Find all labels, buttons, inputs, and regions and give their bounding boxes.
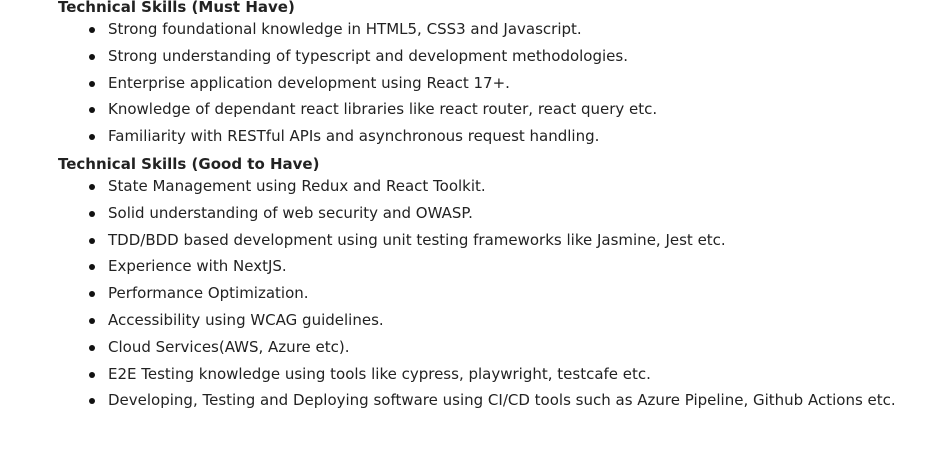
list-item: Strong understanding of typescript and d… xyxy=(89,43,948,70)
list-item: State Management using Redux and React T… xyxy=(89,173,948,200)
list-item-text: Performance Optimization. xyxy=(108,284,309,303)
list-item-text: TDD/BDD based development using unit tes… xyxy=(108,230,726,249)
list-item-text: Solid understanding of web security and … xyxy=(108,203,473,222)
list-item-text: Accessibility using WCAG guidelines. xyxy=(108,310,384,329)
must-have-heading: Technical Skills (Must Have) xyxy=(58,0,295,16)
bullet-icon xyxy=(89,237,95,244)
bullet-icon xyxy=(89,317,95,324)
list-item-text: Strong understanding of typescript and d… xyxy=(108,46,628,65)
list-item: Strong foundational knowledge in HTML5, … xyxy=(89,16,948,43)
list-item: E2E Testing knowledge using tools like c… xyxy=(89,361,948,388)
list-item: TDD/BDD based development using unit tes… xyxy=(89,227,948,254)
list-item-text: Strong foundational knowledge in HTML5, … xyxy=(108,20,582,38)
list-item: Knowledge of dependant react libraries l… xyxy=(89,96,948,123)
must-have-list: Strong foundational knowledge in HTML5, … xyxy=(58,16,948,150)
bullet-icon xyxy=(89,264,95,271)
list-item: Familiarity with RESTful APIs and asynch… xyxy=(89,123,948,150)
list-item-text: Developing, Testing and Deploying softwa… xyxy=(108,391,896,410)
list-item: Experience with NextJS. xyxy=(89,253,948,280)
good-to-have-heading: Technical Skills (Good to Have) xyxy=(58,154,320,173)
list-item-text: Enterprise application development using… xyxy=(108,73,510,92)
bullet-icon xyxy=(89,398,95,405)
bullet-icon xyxy=(89,107,95,114)
bullet-icon xyxy=(89,80,95,87)
bullet-icon xyxy=(89,27,95,33)
bullet-icon xyxy=(89,291,95,298)
list-item: Solid understanding of web security and … xyxy=(89,200,948,227)
list-item: Enterprise application development using… xyxy=(89,70,948,97)
bullet-icon xyxy=(89,53,95,60)
list-item-text: State Management using Redux and React T… xyxy=(108,176,486,195)
list-item-text: Knowledge of dependant react libraries l… xyxy=(108,100,658,119)
list-item: Cloud Services(AWS, Azure etc). xyxy=(89,334,948,361)
list-item-text: Familiarity with RESTful APIs and asynch… xyxy=(108,127,600,146)
list-item-text: Experience with NextJS. xyxy=(108,257,287,276)
list-item-text: Cloud Services(AWS, Azure etc). xyxy=(108,337,350,356)
list-item-text: E2E Testing knowledge using tools like c… xyxy=(108,364,651,383)
bullet-icon xyxy=(89,183,95,190)
bullet-icon xyxy=(89,210,95,217)
list-item: Developing, Testing and Deploying softwa… xyxy=(89,387,948,414)
document-page: Technical Skills (Must Have) Strong foun… xyxy=(0,0,948,459)
good-to-have-list: State Management using Redux and React T… xyxy=(58,173,948,414)
bullet-icon xyxy=(89,371,95,378)
bullet-icon xyxy=(89,344,95,351)
bullet-icon xyxy=(89,134,95,141)
list-item: Accessibility using WCAG guidelines. xyxy=(89,307,948,334)
list-item: Performance Optimization. xyxy=(89,280,948,307)
